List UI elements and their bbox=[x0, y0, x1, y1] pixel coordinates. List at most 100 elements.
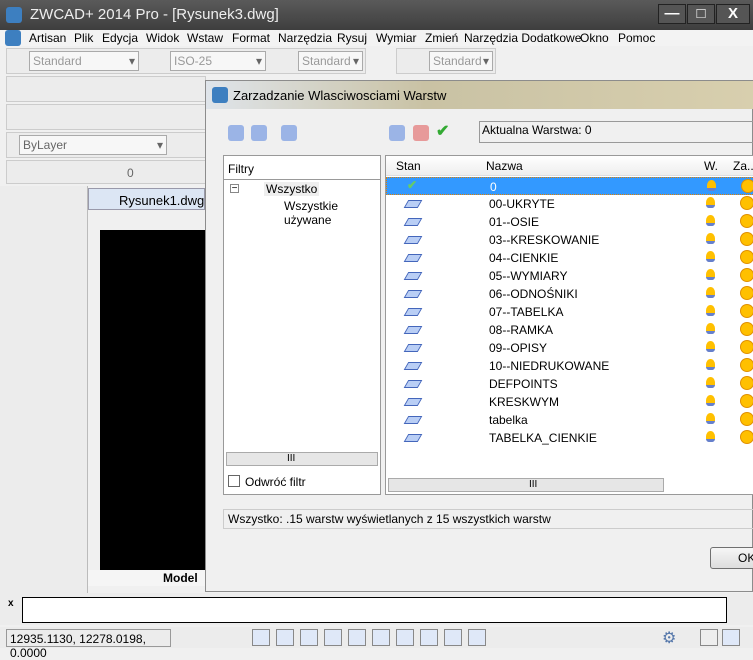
thaw-sun-icon[interactable] bbox=[741, 377, 753, 389]
column-on[interactable]: W. bbox=[704, 159, 718, 173]
thaw-sun-icon[interactable] bbox=[741, 233, 753, 245]
group-filter-icon[interactable] bbox=[251, 125, 267, 141]
tab-model[interactable]: Model bbox=[163, 571, 198, 585]
layer-row[interactable]: 08--RAMKA bbox=[386, 321, 753, 339]
thaw-sun-icon[interactable] bbox=[741, 269, 753, 281]
menu-zmien[interactable]: Zmień bbox=[425, 31, 458, 45]
thaw-sun-icon[interactable] bbox=[741, 341, 753, 353]
table-style-combo[interactable]: Standard bbox=[298, 51, 363, 71]
layer-row[interactable]: ✔ 0 bbox=[386, 177, 753, 195]
thaw-sun-icon[interactable] bbox=[741, 287, 753, 299]
bulb-on-icon[interactable] bbox=[706, 341, 715, 352]
thaw-sun-icon[interactable] bbox=[741, 305, 753, 317]
layer-row[interactable]: tabelka bbox=[386, 411, 753, 429]
menu-rysuj[interactable]: Rysuj bbox=[337, 31, 367, 45]
polar-button[interactable] bbox=[324, 629, 342, 646]
menu-narzedzia[interactable]: Narzędzia bbox=[278, 31, 332, 45]
menu-widok[interactable]: Widok bbox=[146, 31, 179, 45]
osnap-button[interactable] bbox=[348, 629, 366, 646]
layer-row[interactable]: 04--CIENKIE bbox=[386, 249, 753, 267]
menu-okno[interactable]: Okno bbox=[580, 31, 609, 45]
bulb-on-icon[interactable] bbox=[706, 251, 715, 262]
layer-states-icon[interactable] bbox=[281, 125, 297, 141]
layer-row[interactable]: 05--WYMIARY bbox=[386, 267, 753, 285]
quick-properties-button[interactable] bbox=[468, 629, 486, 646]
bulb-on-icon[interactable] bbox=[706, 377, 715, 388]
thaw-sun-icon[interactable] bbox=[741, 359, 753, 371]
bulb-on-icon[interactable] bbox=[706, 395, 715, 406]
minimize-button[interactable]: — bbox=[658, 4, 686, 24]
drawing-canvas[interactable] bbox=[100, 230, 205, 570]
close-command-icon[interactable]: x bbox=[8, 598, 14, 609]
bulb-on-icon[interactable] bbox=[706, 233, 715, 244]
multileader-style-combo[interactable]: Standard bbox=[429, 51, 493, 71]
grid-button[interactable] bbox=[276, 629, 294, 646]
command-line-input[interactable] bbox=[22, 597, 727, 623]
layer-row[interactable]: 01--OSIE bbox=[386, 213, 753, 231]
thaw-sun-icon[interactable] bbox=[741, 323, 753, 335]
text-style-combo[interactable]: Standard bbox=[29, 51, 139, 71]
thaw-sun-icon[interactable] bbox=[741, 215, 753, 227]
maximize-button[interactable]: □ bbox=[687, 4, 715, 24]
tree-item-used[interactable]: Wszystkie używane bbox=[284, 199, 380, 227]
menu-pomoc[interactable]: Pomoc bbox=[618, 31, 655, 45]
bulb-on-icon[interactable] bbox=[706, 413, 715, 424]
menu-narzedzia-dodatkowe[interactable]: Narzędzia Dodatkowe bbox=[464, 31, 581, 45]
thaw-sun-icon[interactable] bbox=[741, 197, 753, 209]
new-layer-icon[interactable] bbox=[389, 125, 405, 141]
menu-edycja[interactable]: Edycja bbox=[102, 31, 138, 45]
thaw-sun-icon[interactable] bbox=[742, 180, 753, 192]
layer-row[interactable]: 07--TABELKA bbox=[386, 303, 753, 321]
set-current-icon[interactable]: ✔ bbox=[436, 121, 449, 141]
color-combo[interactable]: ByLayer bbox=[19, 135, 167, 155]
ortho-button[interactable] bbox=[300, 629, 318, 646]
bulb-on-icon[interactable] bbox=[707, 180, 716, 191]
delete-layer-icon[interactable] bbox=[413, 125, 429, 141]
layer-row[interactable]: 10--NIEDRUKOWANE bbox=[386, 357, 753, 375]
filters-hscrollbar[interactable]: III bbox=[226, 452, 378, 466]
new-filter-icon[interactable] bbox=[228, 125, 244, 141]
clean-screen-button[interactable] bbox=[722, 629, 740, 646]
bulb-on-icon[interactable] bbox=[706, 431, 715, 442]
dyn-button[interactable] bbox=[396, 629, 414, 646]
model-space-button[interactable] bbox=[444, 629, 462, 646]
layer-row[interactable]: DEFPOINTS bbox=[386, 375, 753, 393]
bulb-on-icon[interactable] bbox=[706, 359, 715, 370]
column-freeze[interactable]: Za.. bbox=[733, 159, 753, 173]
thaw-sun-icon[interactable] bbox=[741, 251, 753, 263]
column-name[interactable]: Nazwa bbox=[486, 159, 523, 173]
thaw-sun-icon[interactable] bbox=[741, 395, 753, 407]
layer-row[interactable]: TABELKA_CIENKIE bbox=[386, 429, 753, 447]
thaw-sun-icon[interactable] bbox=[741, 431, 753, 443]
menu-plik[interactable]: Plik bbox=[74, 31, 93, 45]
layer-row[interactable]: 00-UKRYTE bbox=[386, 195, 753, 213]
tree-item-all[interactable]: Wszystko bbox=[264, 182, 320, 196]
otrack-button[interactable] bbox=[372, 629, 390, 646]
close-button[interactable]: X bbox=[716, 4, 750, 24]
layer-row[interactable]: 09--OPISY bbox=[386, 339, 753, 357]
layer-row[interactable]: 03--KRESKOWANIE bbox=[386, 231, 753, 249]
thaw-sun-icon[interactable] bbox=[741, 413, 753, 425]
lineweight-button[interactable] bbox=[420, 629, 438, 646]
column-state[interactable]: Stan bbox=[396, 159, 421, 173]
layer-row[interactable]: KRESKWYM bbox=[386, 393, 753, 411]
menu-format[interactable]: Format bbox=[232, 31, 270, 45]
bulb-on-icon[interactable] bbox=[706, 215, 715, 226]
collapse-icon[interactable]: − bbox=[230, 184, 239, 194]
layer-row[interactable]: 06--ODNOŚNIKI bbox=[386, 285, 753, 303]
bulb-on-icon[interactable] bbox=[706, 305, 715, 316]
drawing-tab[interactable]: Rysunek1.dwg bbox=[88, 188, 205, 210]
ok-button[interactable]: OK bbox=[710, 547, 753, 569]
menu-artisan[interactable]: Artisan bbox=[29, 31, 66, 45]
list-hscrollbar[interactable]: III bbox=[388, 478, 664, 492]
menu-wstaw[interactable]: Wstaw bbox=[187, 31, 223, 45]
bulb-on-icon[interactable] bbox=[706, 197, 715, 208]
snap-button[interactable] bbox=[252, 629, 270, 646]
bulb-on-icon[interactable] bbox=[706, 269, 715, 280]
gear-icon[interactable]: ⚙ bbox=[662, 628, 676, 648]
annotation-dropdown[interactable] bbox=[700, 629, 718, 646]
menu-wymiar[interactable]: Wymiar bbox=[376, 31, 417, 45]
bulb-on-icon[interactable] bbox=[706, 323, 715, 334]
bulb-on-icon[interactable] bbox=[706, 287, 715, 298]
dim-style-combo[interactable]: ISO-25 bbox=[170, 51, 266, 71]
